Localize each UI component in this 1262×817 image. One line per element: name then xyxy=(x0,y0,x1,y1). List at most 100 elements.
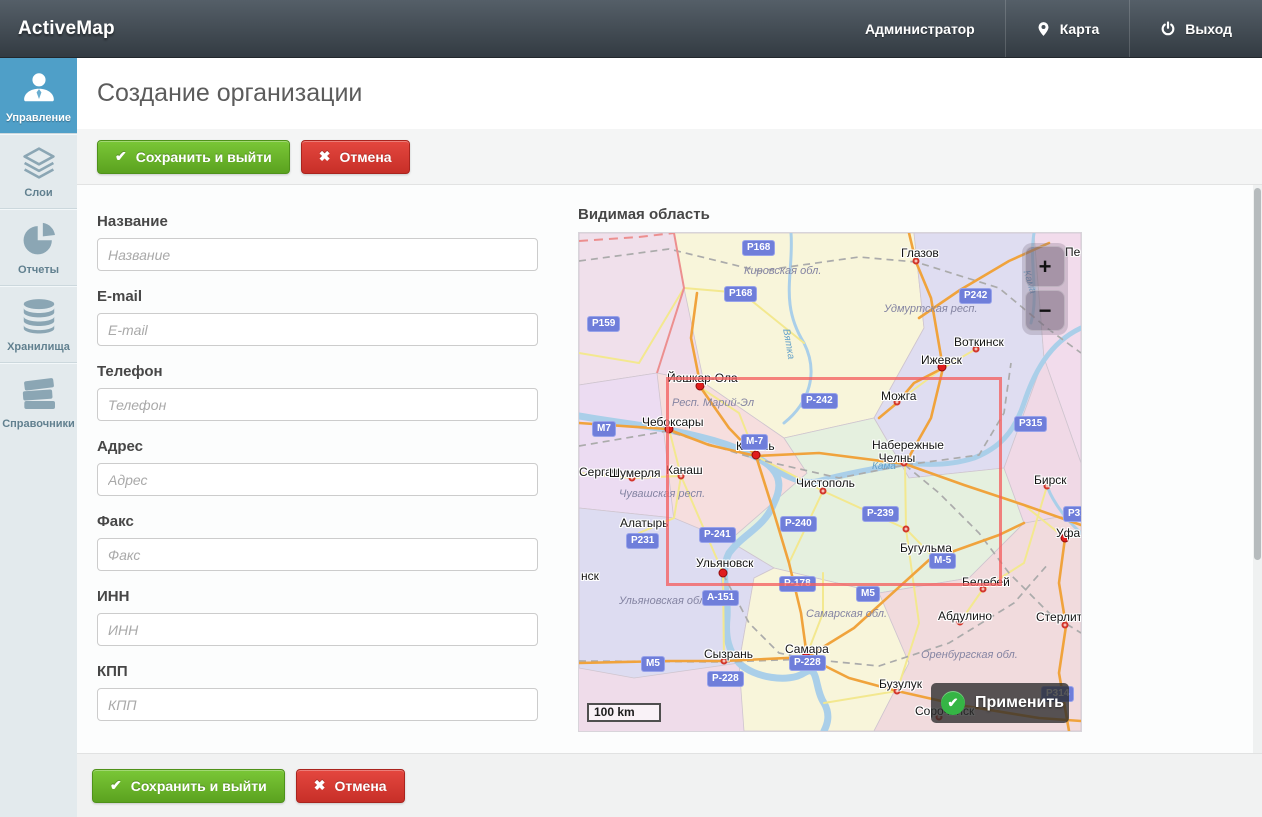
visible-area-panel: Видимая область xyxy=(578,206,1080,732)
road-badge: Р315 xyxy=(1063,506,1082,522)
city-label: нск xyxy=(581,570,599,583)
sidebar-item-directories[interactable]: Справочники xyxy=(0,363,77,439)
sidebar-item-label: Отчеты xyxy=(18,264,59,276)
cross-icon: ✖ xyxy=(314,777,326,794)
header-nav: Администратор Карта Выход xyxy=(835,0,1262,57)
email-input[interactable] xyxy=(97,313,538,346)
organization-form: Название E-mail Телефон Адрес Факс ИНН xyxy=(97,213,538,738)
visible-area-title: Видимая область xyxy=(578,206,1080,223)
road-badge: Р242 xyxy=(959,288,992,304)
save-button-label: Сохранить и выйти xyxy=(131,778,267,794)
logout-button[interactable]: Выход xyxy=(1129,0,1262,57)
inn-input[interactable] xyxy=(97,613,538,646)
river-label: Вятка xyxy=(780,328,796,360)
road-badge: М5 xyxy=(641,656,665,672)
cancel-button-label: Отмена xyxy=(339,149,391,165)
save-and-exit-button[interactable]: ✔ Сохранить и выйти xyxy=(97,140,290,174)
user-icon xyxy=(19,69,59,105)
city-label: Алатырь xyxy=(620,517,668,530)
region-label: Оренбургская обл. xyxy=(921,649,1018,661)
vertical-scrollbar[interactable] xyxy=(1253,185,1262,753)
map-link-label: Карта xyxy=(1060,21,1100,37)
user-name-label: Администратор xyxy=(865,21,975,37)
pie-chart-icon xyxy=(20,221,58,257)
main-area: Создание организации ✔ Сохранить и выйти… xyxy=(77,57,1262,817)
map-widget[interactable]: Кировская обл.Удмуртская респ.Респ. Мари… xyxy=(578,232,1082,732)
address-input[interactable] xyxy=(97,463,538,496)
road-badge: А-151 xyxy=(702,590,739,606)
region-label: Удмуртская респ. xyxy=(884,303,978,315)
zoom-out-button[interactable]: − xyxy=(1025,290,1065,331)
road-badge: Р231 xyxy=(626,533,659,549)
sidebar-item-management[interactable]: Управление xyxy=(0,57,77,133)
sidebar-item-layers[interactable]: Слои xyxy=(0,134,77,208)
sidebar-item-label: Хранилища xyxy=(7,341,70,353)
form-field-email: E-mail xyxy=(97,288,538,346)
check-icon: ✔ xyxy=(110,777,122,794)
apply-button[interactable]: ✔ Применить xyxy=(931,683,1069,723)
app-header: ActiveMap Администратор Карта Выход xyxy=(0,0,1262,58)
road-badge: М7 xyxy=(592,421,616,437)
layers-icon xyxy=(20,146,58,180)
sidebar-item-storages[interactable]: Хранилища xyxy=(0,286,77,362)
bottom-toolbar: ✔ Сохранить и выйти ✖ Отмена xyxy=(77,753,1262,817)
fax-input[interactable] xyxy=(97,538,538,571)
form-field-kpp: КПП xyxy=(97,663,538,721)
title-bar: Создание организации xyxy=(77,57,1262,130)
cancel-button[interactable]: ✖ Отмена xyxy=(301,140,410,174)
save-and-exit-button-bottom[interactable]: ✔ Сохранить и выйти xyxy=(92,769,285,803)
check-circle-icon: ✔ xyxy=(941,691,965,715)
top-toolbar: ✔ Сохранить и выйти ✖ Отмена xyxy=(77,129,1262,185)
city-label: Ижевск xyxy=(921,354,962,367)
field-label: Название xyxy=(97,213,538,230)
save-button-label: Сохранить и выйти xyxy=(136,149,272,165)
apply-button-label: Применить xyxy=(975,694,1064,712)
app-logo: ActiveMap xyxy=(18,18,115,40)
map-pin-icon xyxy=(1036,20,1051,38)
road-badge: Р168 xyxy=(724,286,757,302)
field-label: Телефон xyxy=(97,363,538,380)
field-label: Факс xyxy=(97,513,538,530)
sidebar-item-label: Управление xyxy=(6,112,71,124)
zoom-in-button[interactable]: + xyxy=(1025,246,1065,287)
road-badge: Р168 xyxy=(742,240,775,256)
field-label: E-mail xyxy=(97,288,538,305)
selection-rectangle[interactable] xyxy=(666,377,1002,586)
name-input[interactable] xyxy=(97,238,538,271)
city-label: Глазов xyxy=(901,247,939,260)
map-link[interactable]: Карта xyxy=(1005,0,1130,57)
city-label: Бирск xyxy=(1034,474,1067,487)
logout-label: Выход xyxy=(1185,21,1232,37)
city-label: Уфа xyxy=(1056,527,1080,540)
region-label: Ульяновская обл. xyxy=(619,595,708,607)
cross-icon: ✖ xyxy=(319,148,331,165)
user-menu[interactable]: Администратор xyxy=(835,0,1005,57)
field-label: Адрес xyxy=(97,438,538,455)
cancel-button-label: Отмена xyxy=(334,778,386,794)
sidebar-item-label: Справочники xyxy=(2,418,75,430)
road-badge: Р159 xyxy=(587,316,620,332)
region-label: Кировская обл. xyxy=(744,265,821,277)
sidebar-item-reports[interactable]: Отчеты xyxy=(0,209,77,285)
city-label: Абдулино xyxy=(938,610,992,623)
kpp-input[interactable] xyxy=(97,688,538,721)
map-scale-bar: 100 km xyxy=(587,703,661,722)
city-label: Воткинск xyxy=(954,336,1004,349)
road-badge: М5 xyxy=(856,586,880,602)
form-field-phone: Телефон xyxy=(97,363,538,421)
form-field-name: Название xyxy=(97,213,538,271)
road-badge: Р315 xyxy=(1014,416,1047,432)
phone-input[interactable] xyxy=(97,388,538,421)
page-title: Создание организации xyxy=(97,79,362,108)
plus-icon: + xyxy=(1039,256,1052,278)
field-label: КПП xyxy=(97,663,538,680)
city-label: Шумерля xyxy=(609,467,661,480)
power-icon xyxy=(1160,20,1176,37)
form-field-inn: ИНН xyxy=(97,588,538,646)
form-field-address: Адрес xyxy=(97,438,538,496)
cancel-button-bottom[interactable]: ✖ Отмена xyxy=(296,769,405,803)
sidebar-item-label: Слои xyxy=(24,187,52,199)
form-field-fax: Факс xyxy=(97,513,538,571)
city-label: Сызрань xyxy=(704,648,753,661)
scrollbar-thumb[interactable] xyxy=(1254,188,1261,560)
